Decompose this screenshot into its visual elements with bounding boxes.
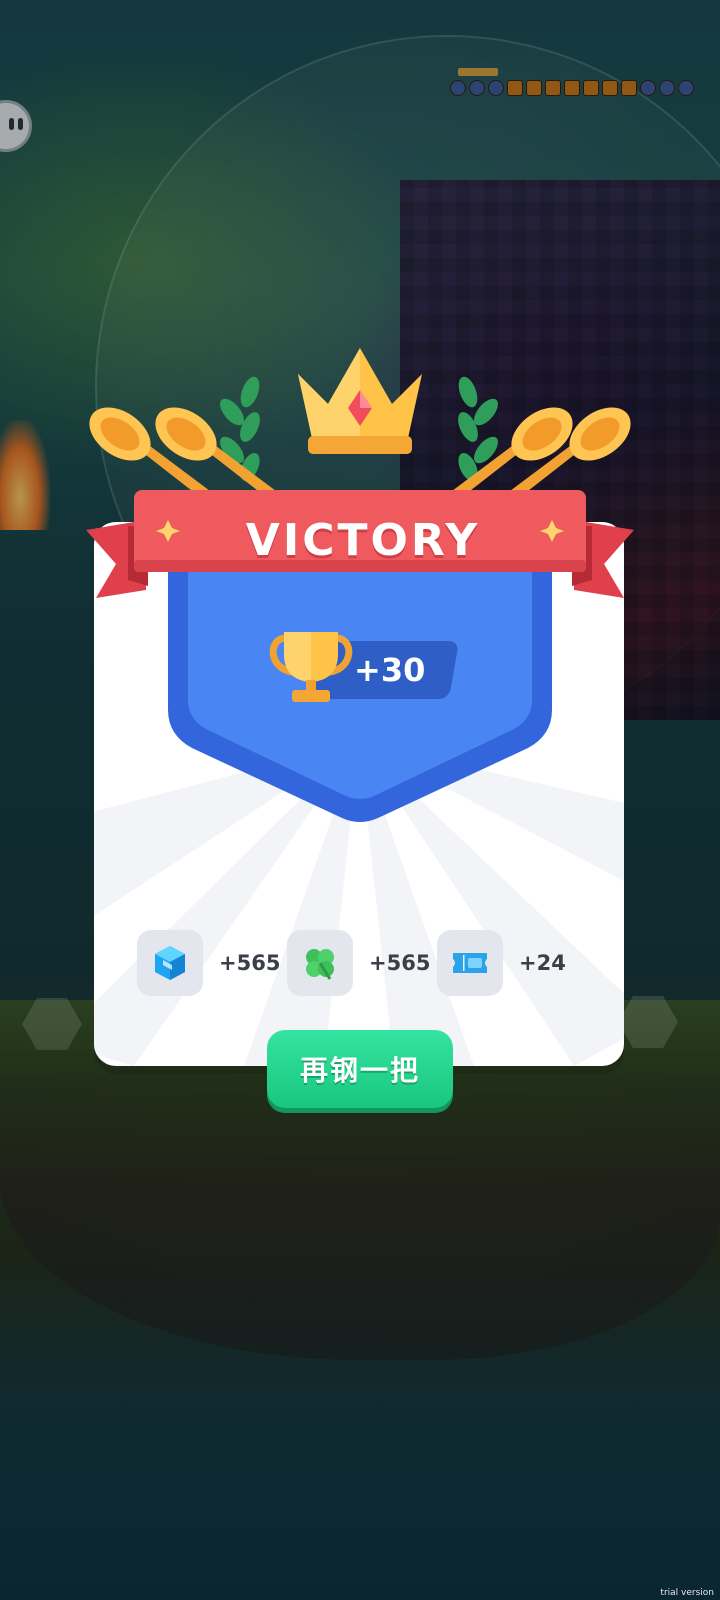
trophy-reward-value: +30 [354, 651, 426, 689]
reward-clover-value: +565 [369, 951, 431, 975]
reward-ticket-box [437, 930, 503, 996]
four-leaf-clover-icon [306, 949, 334, 980]
ticket-icon [453, 953, 487, 973]
crown-icon [298, 348, 422, 454]
reward-clover-box [287, 930, 353, 996]
victory-title: VICTORY [245, 515, 481, 566]
play-again-button[interactable]: 再钢一把 [267, 1030, 453, 1108]
reward-gem-value: +565 [219, 951, 281, 975]
reward-gem-box [137, 930, 203, 996]
trial-watermark: trial version [660, 1588, 714, 1598]
reward-ticket-value: +24 [519, 951, 566, 975]
trophy-icon [269, 632, 353, 702]
gem-cube-icon [155, 946, 185, 980]
